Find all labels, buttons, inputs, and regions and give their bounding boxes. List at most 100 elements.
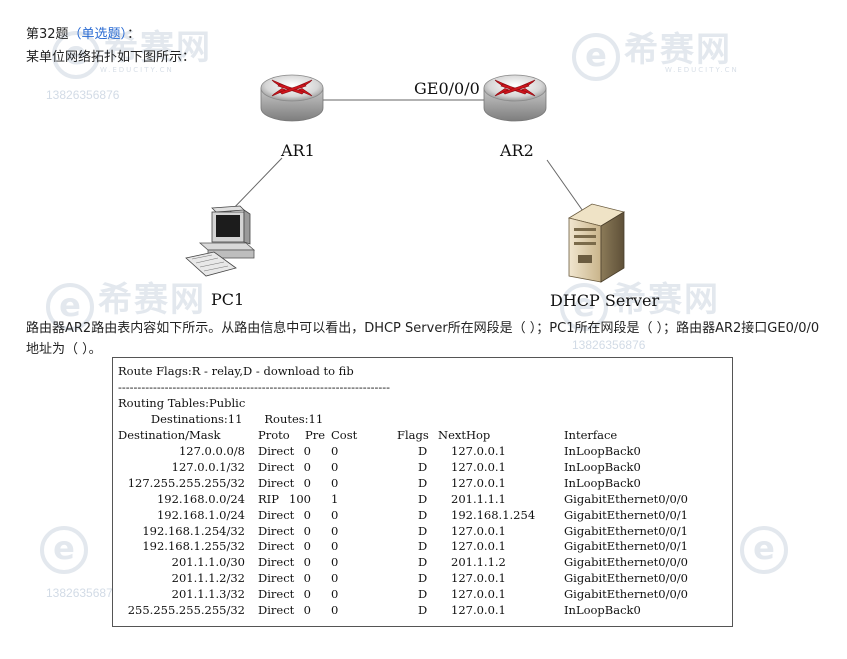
cell-nexthop: 127.0.0.1 (451, 459, 506, 474)
routing-summary-line: Destinations:11 Routes:11 (118, 412, 324, 426)
cell-cost: 0 (331, 571, 339, 586)
cell-nexthop: 192.168.1.254 (451, 507, 536, 522)
cell-nexthop: 127.0.0.1 (451, 539, 506, 554)
cell-flags: D (418, 444, 428, 458)
routing-table-header: Destination/Mask Proto Pre Cost Flags Ne… (113, 428, 733, 444)
watermark-phone-bottom: 13826356876 (46, 586, 120, 600)
cell-proto: Direct (258, 507, 295, 522)
cell-flags: D (418, 603, 428, 617)
header-proto: Proto (258, 428, 290, 442)
cell-interface: InLoopBack0 (564, 603, 641, 617)
cell-pre: 0 (303, 571, 311, 586)
cell-cost: 0 (331, 523, 339, 538)
label-ar2: AR2 (499, 141, 534, 160)
cell-destination-mask: 192.168.1.254/32 (142, 523, 245, 538)
cell-flags: D (418, 475, 428, 490)
cell-interface: InLoopBack0 (564, 459, 641, 474)
question-description: 路由器AR2路由表内容如下所示。从路由信息中可以看出，DHCP Server所在… (26, 321, 820, 357)
cell-pre: 0 (303, 523, 311, 538)
cell-nexthop: 201.1.1.1 (451, 491, 506, 506)
label-ar1: AR1 (280, 141, 315, 160)
cell-flags: D (418, 539, 428, 554)
cell-cost: 0 (331, 539, 339, 554)
cell-interface: GigabitEthernet0/0/1 (564, 523, 689, 538)
cell-cost: 0 (331, 459, 339, 474)
cell-cost: 0 (331, 587, 339, 602)
link-ar1-pc1 (229, 157, 283, 213)
cell-flags: D (418, 555, 428, 570)
dhcp-server-icon (567, 203, 626, 283)
cell-pre: 0 (303, 555, 311, 570)
cell-nexthop: 127.0.0.1 (451, 444, 506, 458)
cell-proto: Direct (258, 587, 295, 602)
cell-nexthop: 127.0.0.1 (451, 523, 506, 538)
header-cost: Cost (331, 428, 358, 442)
cell-destination-mask: 255.255.255.255/32 (127, 603, 245, 617)
cell-interface: GigabitEthernet0/0/0 (564, 587, 689, 602)
network-topology-diagram: GE0/0/0 AR1 AR2 PC1 DHCP Server (185, 74, 659, 310)
cell-destination-mask: 127.0.0.0/8 (178, 444, 245, 458)
table-row: 192.168.1.0/24 Direct 0 0 D 192.168.1.254 Giga… (113, 508, 733, 524)
routing-tables-line: Routing Tables:Public (118, 396, 246, 410)
table-row: 192.168.1.254/32 Direct 0 0 D 127.0.0.1 Gigabi… (113, 524, 733, 540)
cell-proto: Direct (258, 523, 295, 538)
label-dhcp-server: DHCP Server (550, 291, 659, 310)
cell-cost: 0 (331, 555, 339, 570)
cell-pre: 0 (303, 587, 311, 602)
cell-flags: D (418, 507, 428, 522)
router-ar1-icon (260, 74, 324, 122)
watermark-bottom-left: e (40, 526, 92, 574)
cell-interface: GigabitEthernet0/0/1 (564, 539, 689, 554)
header-destination-mask: Destination/Mask (118, 428, 221, 442)
cell-destination-mask: 192.168.1.0/24 (156, 507, 245, 522)
cell-destination-mask: 127.255.255.255/32 (127, 475, 245, 490)
cell-proto: Direct (258, 444, 295, 458)
cell-interface: GigabitEthernet0/0/0 (564, 491, 689, 506)
cell-pre: 0 (303, 459, 311, 474)
watermark-e-icon: e (40, 526, 88, 574)
cell-flags: D (418, 523, 428, 538)
cell-cost: 0 (331, 475, 339, 490)
cell-destination-mask: 192.168.0.0/24 (156, 491, 245, 506)
cell-pre: 0 (303, 603, 311, 617)
cell-proto: Direct (258, 539, 295, 554)
header-interface: Interface (564, 428, 618, 442)
cell-interface: GigabitEthernet0/0/1 (564, 507, 689, 522)
table-row: 127.0.0.0/8 Direct 0 0 D 127.0.0.1 InLoopBack0 (113, 444, 733, 460)
link-label-ge000: GE0/0/0 (414, 79, 480, 98)
table-row: 255.255.255.255/32 Direct 0 0 D 127.0.0.1 InLo… (113, 603, 733, 619)
cell-nexthop: 127.0.0.1 (451, 587, 506, 602)
table-row: 192.168.1.255/32 Direct 0 0 D 127.0.0.1 Gigabi… (113, 539, 733, 555)
cell-proto: RIP (258, 491, 279, 506)
cell-cost: 0 (331, 444, 339, 458)
cell-proto: Direct (258, 459, 295, 474)
cell-destination-mask: 127.0.0.1/32 (171, 459, 245, 474)
cell-destination-mask: 201.1.1.0/30 (171, 555, 245, 570)
table-row: 192.168.0.0/24 RIP 100 1 D 201.1.1.1 GigabitEt… (113, 492, 733, 508)
header-flags: Flags (397, 428, 429, 442)
cell-nexthop: 127.0.0.1 (451, 603, 506, 617)
cell-proto: Direct (258, 603, 295, 617)
watermark-bottom-right: e (740, 526, 792, 574)
link-ar2-dhcp (546, 159, 586, 215)
route-flags-line: Route Flags:R - relay,D - download to fi… (118, 364, 354, 378)
cell-nexthop: 127.0.0.1 (451, 571, 506, 586)
cell-destination-mask: 201.1.1.2/32 (171, 571, 245, 586)
table-row: 201.1.1.0/30 Direct 0 0 D 201.1.1.2 GigabitEth… (113, 555, 733, 571)
cell-flags: D (418, 571, 428, 586)
cell-pre: 100 (289, 491, 311, 506)
label-pc1: PC1 (211, 290, 244, 309)
routing-table-box: Route Flags:R - relay,D - download to fi… (112, 357, 733, 627)
header-nexthop: NextHop (438, 428, 491, 442)
route-separator: ----------------------------------------… (118, 380, 391, 394)
cell-interface: GigabitEthernet0/0/0 (564, 571, 689, 586)
cell-cost: 0 (331, 507, 339, 522)
cell-proto: Direct (258, 555, 295, 570)
cell-pre: 0 (303, 507, 311, 522)
cell-proto: Direct (258, 571, 295, 586)
cell-interface: InLoopBack0 (564, 444, 641, 458)
cell-nexthop: 201.1.1.2 (451, 555, 506, 570)
header-pre: Pre (305, 428, 326, 442)
cell-pre: 0 (303, 539, 311, 554)
cell-nexthop: 127.0.0.1 (451, 475, 506, 490)
